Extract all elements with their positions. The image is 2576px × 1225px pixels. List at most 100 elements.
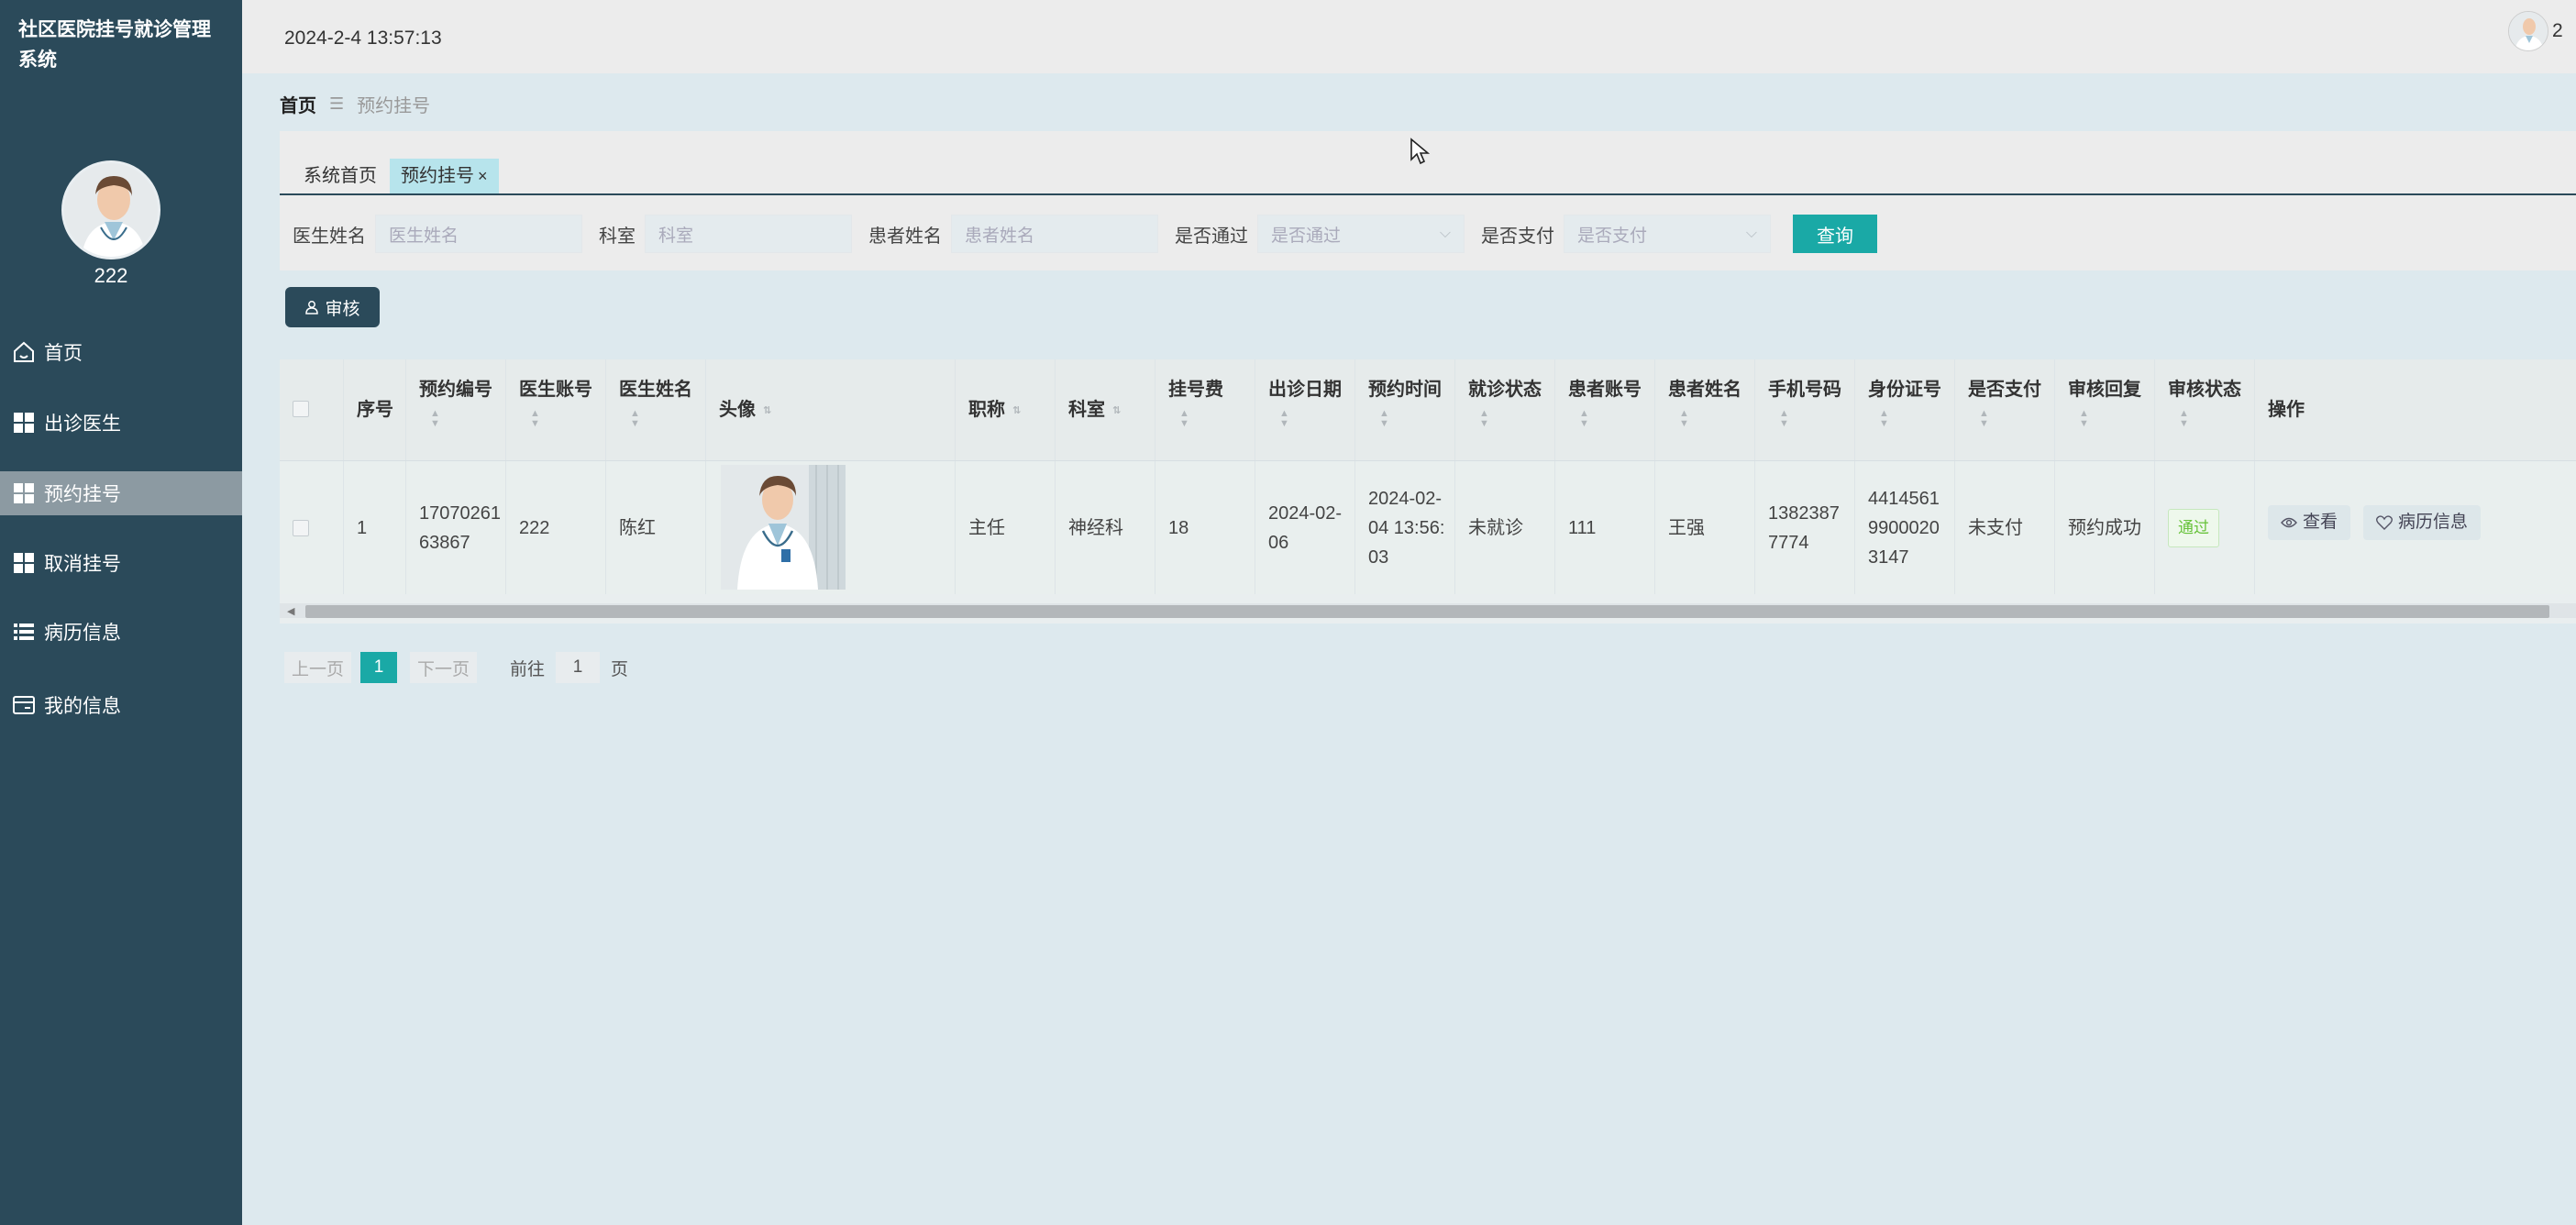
view-button[interactable]: 查看 xyxy=(2268,504,2351,540)
paid-select[interactable]: 是否支付 ⌵ xyxy=(1564,215,1771,253)
cell-actions: 查看 病历信息 xyxy=(2255,461,2576,594)
col-fee[interactable]: 挂号费 ▲ ▼ xyxy=(1155,359,1255,460)
select-all-checkbox[interactable] xyxy=(293,401,309,417)
sort-icon[interactable]: ⇅ xyxy=(1112,405,1121,416)
col-id-card[interactable]: 身份证号 ▲ ▼ xyxy=(1855,359,1955,460)
top-bar: 2024-2-4 13:57:13 2 xyxy=(242,0,2576,73)
avatar xyxy=(61,160,160,259)
placeholder: 是否通过 xyxy=(1271,226,1342,246)
cell-text: 陈红 xyxy=(619,517,656,538)
sidebar-item-doctors[interactable]: 出诊医生 xyxy=(0,401,242,445)
sort-icon[interactable]: ▲ ▼ xyxy=(1379,409,1442,429)
sort-icon[interactable]: ⇅ xyxy=(1012,405,1021,416)
col-visit-status[interactable]: 就诊状态 ▲ ▼ xyxy=(1455,359,1555,460)
sort-icon[interactable]: ▲ ▼ xyxy=(1479,409,1542,429)
sort-icon[interactable]: ▲ ▼ xyxy=(530,409,592,429)
next-page-button[interactable]: 下一页 xyxy=(410,652,478,683)
close-icon[interactable]: × xyxy=(478,167,488,185)
sort-icon[interactable]: ▲ ▼ xyxy=(1779,409,1841,429)
col-title[interactable]: 职称 ⇅ xyxy=(956,359,1056,460)
chevron-down-icon: ⌵ xyxy=(1745,226,1757,241)
tab-appointment[interactable]: 预约挂号 × xyxy=(390,159,499,193)
cell-fee: 18 xyxy=(1155,461,1255,594)
cell-select xyxy=(280,461,344,594)
doctor-photo[interactable] xyxy=(721,465,846,590)
cell-patient-name: 王强 xyxy=(1655,461,1755,594)
sidebar-item-profile[interactable]: 我的信息 xyxy=(0,683,242,727)
sort-icon[interactable]: ▲ ▼ xyxy=(1879,409,1941,429)
col-patient-name[interactable]: 患者姓名 ▲ ▼ xyxy=(1655,359,1755,460)
sidebar-item-label: 病历信息 xyxy=(44,623,121,644)
top-avatar[interactable] xyxy=(2508,11,2548,51)
approved-select[interactable]: 是否通过 ⌵ xyxy=(1257,215,1465,253)
col-doctor-account[interactable]: 医生账号 ▲ ▼ xyxy=(506,359,606,460)
sort-icon[interactable]: ⇅ xyxy=(763,405,771,416)
col-select xyxy=(280,359,344,460)
col-appt-no[interactable]: 预约编号 ▲ ▼ xyxy=(406,359,506,460)
breadcrumb-home[interactable]: 首页 xyxy=(280,91,316,117)
search-form: 医生姓名 医生姓名 科室 科室 患者姓名 患者姓名 是否通过 是否通过 ⌵ 是否… xyxy=(280,214,1877,254)
department-input[interactable]: 科室 xyxy=(645,215,852,253)
sort-icon[interactable]: ▲ ▼ xyxy=(630,409,692,429)
scrollbar-thumb[interactable] xyxy=(305,605,2549,618)
cell-text: 1707026163867 xyxy=(419,502,501,553)
col-visit-date[interactable]: 出诊日期 ▲ ▼ xyxy=(1255,359,1355,460)
sidebar-item-records[interactable]: 病历信息 xyxy=(0,610,242,654)
pagination: 上一页 1 下一页 前往 1 页 xyxy=(284,650,628,685)
sort-icon[interactable]: ▲ ▼ xyxy=(430,409,492,429)
sort-icon[interactable]: ▲ ▼ xyxy=(1979,409,2041,429)
header-label: 患者账号 xyxy=(1568,380,1642,400)
col-audit-status[interactable]: 审核状态 ▲ ▼ xyxy=(2155,359,2255,460)
header-label: 是否支付 xyxy=(1968,380,2041,400)
col-department[interactable]: 科室 ⇅ xyxy=(1056,359,1155,460)
sort-icon[interactable]: ▲ ▼ xyxy=(2179,409,2241,429)
header-label: 头像 xyxy=(719,400,756,420)
prev-page-button[interactable]: 上一页 xyxy=(284,652,352,683)
patient-name-input[interactable]: 患者姓名 xyxy=(951,215,1158,253)
cell-text: 441456199000203147 xyxy=(1868,488,1940,568)
header-label: 审核状态 xyxy=(2168,380,2241,400)
user-icon xyxy=(304,300,319,315)
sidebar-item-home[interactable]: 首页 xyxy=(0,330,242,374)
cell-appt-time: 2024-02-04 13:56:03 xyxy=(1355,461,1455,594)
cell-visit-date: 2024-02-06 xyxy=(1255,461,1355,594)
page-number-button[interactable]: 1 xyxy=(360,652,398,683)
paid-label: 是否支付 xyxy=(1481,226,1554,247)
sort-icon[interactable]: ▲ ▼ xyxy=(1279,409,1342,429)
header-label: 医生账号 xyxy=(519,380,592,400)
cell-department: 神经科 xyxy=(1056,461,1155,594)
sort-icon[interactable]: ▲ ▼ xyxy=(1179,409,1223,429)
doctor-name-input[interactable]: 医生姓名 xyxy=(375,215,582,253)
sidebar-item-appointment[interactable]: 预约挂号 xyxy=(0,471,242,515)
audit-button[interactable]: 审核 xyxy=(285,287,380,327)
col-audit-reply[interactable]: 审核回复 ▲ ▼ xyxy=(2055,359,2155,460)
col-patient-account[interactable]: 患者账号 ▲ ▼ xyxy=(1555,359,1655,460)
scroll-left-icon[interactable]: ◀ xyxy=(287,605,294,617)
col-paid[interactable]: 是否支付 ▲ ▼ xyxy=(1955,359,2055,460)
sort-icon[interactable]: ▲ ▼ xyxy=(1679,409,1741,429)
query-button[interactable]: 查询 xyxy=(1793,215,1877,253)
top-user-name[interactable]: 2 xyxy=(2552,20,2576,42)
datetime: 2024-2-4 13:57:13 xyxy=(284,28,442,49)
sort-icon[interactable]: ▲ ▼ xyxy=(2079,409,2141,429)
header-label: 序号 xyxy=(357,400,393,420)
sidebar-item-cancel[interactable]: 取消挂号 xyxy=(0,541,242,585)
cell-text: 2024-02-04 13:56:03 xyxy=(1368,488,1445,568)
row-checkbox[interactable] xyxy=(293,520,309,536)
tab-system-home[interactable]: 系统首页 xyxy=(293,159,388,193)
user-avatar-image xyxy=(2509,12,2548,50)
mouse-cursor-icon xyxy=(1410,138,1430,165)
cell-text: 未就诊 xyxy=(1468,517,1523,538)
col-avatar[interactable]: 头像 ⇅ xyxy=(706,359,956,460)
medical-record-button[interactable]: 病历信息 xyxy=(2363,504,2482,540)
horizontal-scrollbar[interactable]: ◀ xyxy=(280,603,2576,618)
table-row[interactable]: 1 1707026163867 222 陈红 主任 神经科 18 2024-02… xyxy=(280,460,2576,594)
sort-icon[interactable]: ▲ ▼ xyxy=(1579,409,1642,429)
col-doctor-name[interactable]: 医生姓名 ▲ ▼ xyxy=(606,359,706,460)
cell-phone: 13823877774 xyxy=(1755,461,1855,594)
col-appt-time[interactable]: 预约时间 ▲ ▼ xyxy=(1355,359,1455,460)
doctor-name-label: 医生姓名 xyxy=(293,226,366,247)
col-phone[interactable]: 手机号码 ▲ ▼ xyxy=(1755,359,1855,460)
placeholder: 医生姓名 xyxy=(389,226,459,246)
goto-page-input[interactable]: 1 xyxy=(556,652,601,683)
